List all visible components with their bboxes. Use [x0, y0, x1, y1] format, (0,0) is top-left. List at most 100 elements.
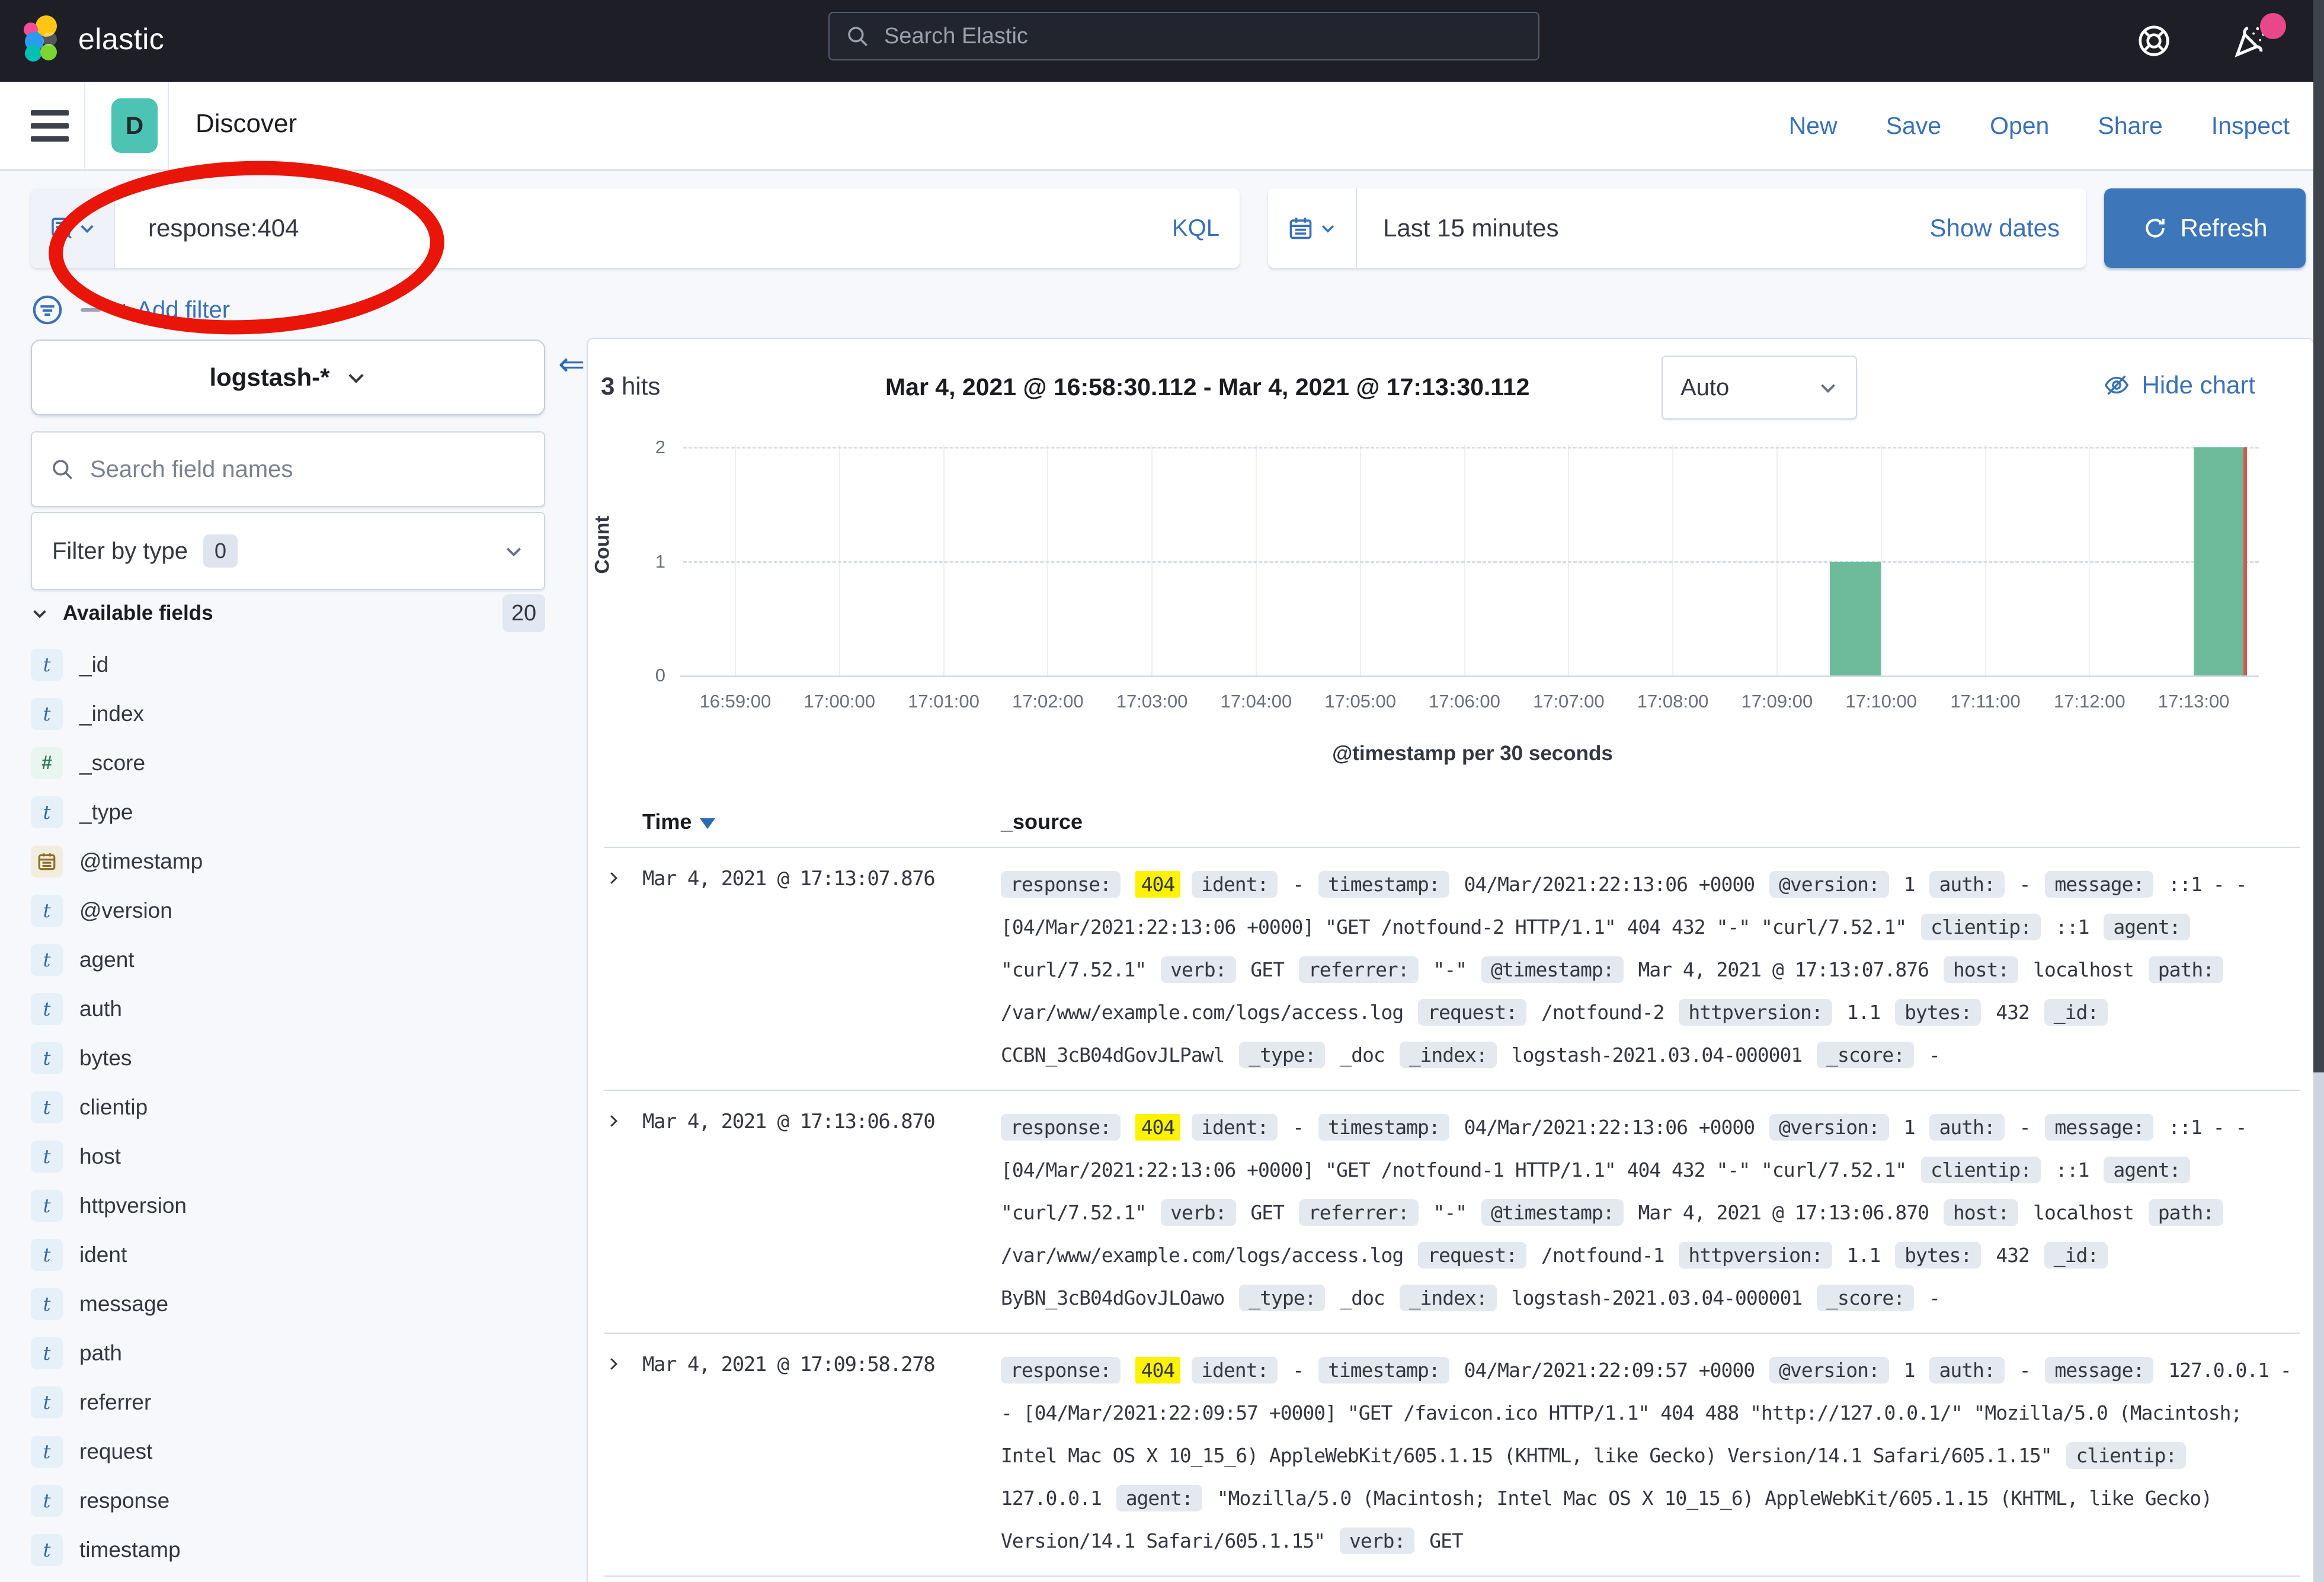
field-item-message[interactable]: tmessage — [31, 1279, 545, 1328]
table-header: Time _source — [604, 797, 2300, 848]
query-text: response:404 — [148, 214, 299, 242]
field-item-ident[interactable]: tident — [31, 1230, 545, 1279]
field-item-request[interactable]: trequest — [31, 1427, 545, 1476]
field-name: bytes — [79, 1046, 132, 1071]
chart-bar[interactable] — [2194, 447, 2245, 675]
source-field-value: - — [1929, 1043, 1940, 1067]
query-input[interactable]: response:404 — [115, 188, 1152, 268]
appbar-action-share[interactable]: Share — [2098, 112, 2162, 140]
source-field-value: GET — [1250, 1201, 1284, 1224]
interval-select[interactable]: Auto — [1662, 356, 1857, 419]
app-header: D Discover New Save Open Share Inspect — [0, 82, 2324, 171]
index-pattern-name: logstash-* — [209, 363, 329, 392]
index-pattern-switcher[interactable]: logstash-* — [31, 340, 545, 415]
source-field-name: message: — [2045, 871, 2153, 898]
source-field-name: bytes: — [1895, 1242, 1981, 1269]
sort-descending-icon[interactable] — [700, 818, 715, 829]
available-fields-header[interactable]: Available fields 20 — [31, 594, 545, 633]
query-language-button[interactable]: KQL — [1152, 188, 1240, 268]
field-item-_id[interactable]: t_id — [31, 640, 545, 689]
source-field-name: request: — [1418, 1242, 1526, 1269]
appbar-action-open[interactable]: Open — [1990, 112, 2049, 140]
field-item-httpversion[interactable]: thttpversion — [31, 1181, 545, 1230]
appbar-actions: New Save Open Share Inspect — [1789, 82, 2290, 169]
global-search-input[interactable]: Search Elastic — [828, 12, 1539, 60]
available-fields-label: Available fields — [63, 601, 213, 625]
hide-chart-button[interactable]: Hide chart — [2103, 371, 2255, 399]
row-timestamp: Mar 4, 2021 @ 17:13:06.870 — [642, 1106, 1001, 1320]
time-picker-quick-menu-button[interactable] — [1268, 188, 1357, 268]
source-field-value: 04/Mar/2021:22:13:06 +0000 — [1464, 1116, 1755, 1139]
source-field-name: response: — [1001, 871, 1121, 898]
field-item-agent[interactable]: tagent — [31, 935, 545, 984]
menu-icon[interactable] — [31, 110, 69, 142]
source-field-name: verb: — [1340, 1527, 1414, 1554]
filter-by-type-count: 0 — [203, 534, 238, 568]
field-item-response[interactable]: tresponse — [31, 1476, 545, 1525]
hits-count: 3 hits — [601, 372, 660, 401]
field-name: agent — [79, 947, 135, 972]
field-name: response — [79, 1488, 169, 1513]
show-dates-button[interactable]: Show dates — [1930, 214, 2086, 242]
expand-row-icon[interactable] — [604, 1355, 642, 1562]
help-icon[interactable] — [2136, 23, 2172, 59]
time-range-value[interactable]: Last 15 minutes — [1357, 214, 1930, 242]
appbar-action-new[interactable]: New — [1789, 112, 1838, 140]
field-item-referrer[interactable]: treferrer — [31, 1378, 545, 1427]
field-item-timestamp[interactable]: ttimestamp — [31, 1525, 545, 1574]
source-field-name: response: — [1001, 1357, 1121, 1384]
source-field-value: localhost — [2033, 1201, 2134, 1224]
field-item-@timestamp[interactable]: @timestamp — [31, 837, 545, 886]
field-name: path — [79, 1341, 122, 1366]
field-item-_index[interactable]: t_index — [31, 689, 545, 738]
appbar-action-save[interactable]: Save — [1886, 112, 1941, 140]
field-item-path[interactable]: tpath — [31, 1328, 545, 1378]
source-field-name: @timestamp: — [1481, 956, 1624, 983]
query-bar: response:404 KQL — [31, 188, 1240, 268]
saved-query-menu-button[interactable] — [31, 188, 115, 268]
source-field-name: message: — [2045, 1357, 2153, 1384]
chart-bar[interactable] — [1830, 562, 1881, 676]
field-item-bytes[interactable]: tbytes — [31, 1033, 545, 1083]
app-badge[interactable]: D — [111, 98, 158, 153]
add-filter-button[interactable]: + Add filter — [117, 297, 230, 324]
search-icon — [845, 24, 870, 49]
field-search-box[interactable]: Search field names — [31, 431, 545, 507]
field-type-string-icon: t — [31, 993, 63, 1025]
source-field-name: _score: — [1817, 1042, 1914, 1068]
source-field-name: host: — [1944, 956, 2018, 983]
source-field-name: timestamp: — [1318, 871, 1449, 898]
source-field-name: response: — [1001, 1114, 1121, 1141]
field-item-host[interactable]: thost — [31, 1132, 545, 1181]
row-source: response: 404 ident: - timestamp: 04/Mar… — [1001, 863, 2300, 1077]
source-field-name: _type: — [1239, 1042, 1325, 1068]
time-column-header[interactable]: Time — [642, 809, 692, 834]
field-list: t_idt_index#_scoret_type@timestampt@vers… — [31, 640, 545, 1574]
source-field-value: "curl/7.52.1" — [1001, 1201, 1146, 1224]
expand-row-icon[interactable] — [604, 1112, 642, 1320]
field-item-_score[interactable]: #_score — [31, 738, 545, 787]
refresh-button[interactable]: Refresh — [2104, 188, 2306, 268]
page-title: Discover — [196, 109, 297, 139]
source-field-value: /notfound-2 — [1541, 1001, 1664, 1024]
field-item-@version[interactable]: t@version — [31, 886, 545, 935]
filter-by-type-dropdown[interactable]: Filter by type 0 — [31, 512, 545, 590]
source-field-name: _index: — [1400, 1042, 1497, 1068]
field-item-auth[interactable]: tauth — [31, 984, 545, 1033]
field-item-_type[interactable]: t_type — [31, 787, 545, 837]
field-name: _index — [79, 702, 144, 726]
field-type-string-icon: t — [31, 895, 63, 927]
scrollbar-track[interactable] — [2313, 0, 2324, 1582]
appbar-action-inspect[interactable]: Inspect — [2211, 112, 2290, 140]
filter-icon[interactable] — [31, 293, 64, 326]
expand-row-icon[interactable] — [604, 869, 642, 1077]
scrollbar-thumb[interactable] — [2313, 0, 2324, 1072]
field-item-clientip[interactable]: tclientip — [31, 1083, 545, 1132]
elastic-logo[interactable]: elastic — [20, 14, 164, 64]
field-type-string-icon: t — [31, 1091, 63, 1123]
collapse-sidebar-button[interactable]: ⇐ — [558, 348, 585, 380]
source-field-value: - — [1929, 1286, 1940, 1309]
newsfeed-button[interactable] — [2232, 21, 2271, 60]
source-field-name: path: — [2149, 1199, 2223, 1226]
field-search-placeholder: Search field names — [90, 456, 293, 483]
